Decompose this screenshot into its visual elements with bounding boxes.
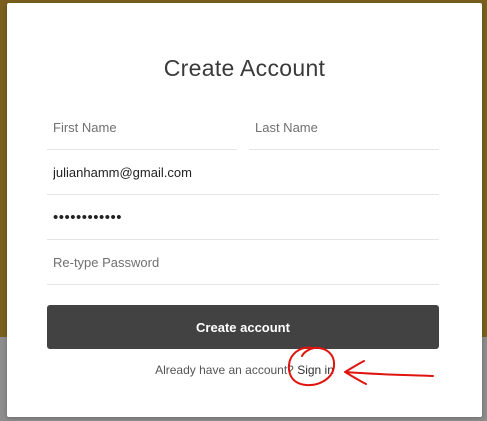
signin-prompt: Already have an account? [155,363,294,377]
first-name-input[interactable] [47,106,237,149]
email-field [47,151,439,195]
signin-row: Already have an account? Sign in [7,363,482,377]
retype-password-field [47,241,439,285]
password-field [47,196,439,240]
first-name-field [47,106,237,150]
email-input[interactable] [47,151,439,194]
retype-password-input[interactable] [47,241,439,284]
last-name-input[interactable] [249,106,439,149]
last-name-field [249,106,439,150]
create-account-modal: Create Account Create account Already ha… [7,3,482,417]
modal-title: Create Account [163,55,326,81]
password-input[interactable] [47,196,439,239]
signin-link[interactable]: Sign in [297,363,334,377]
create-account-button[interactable]: Create account [47,305,439,349]
